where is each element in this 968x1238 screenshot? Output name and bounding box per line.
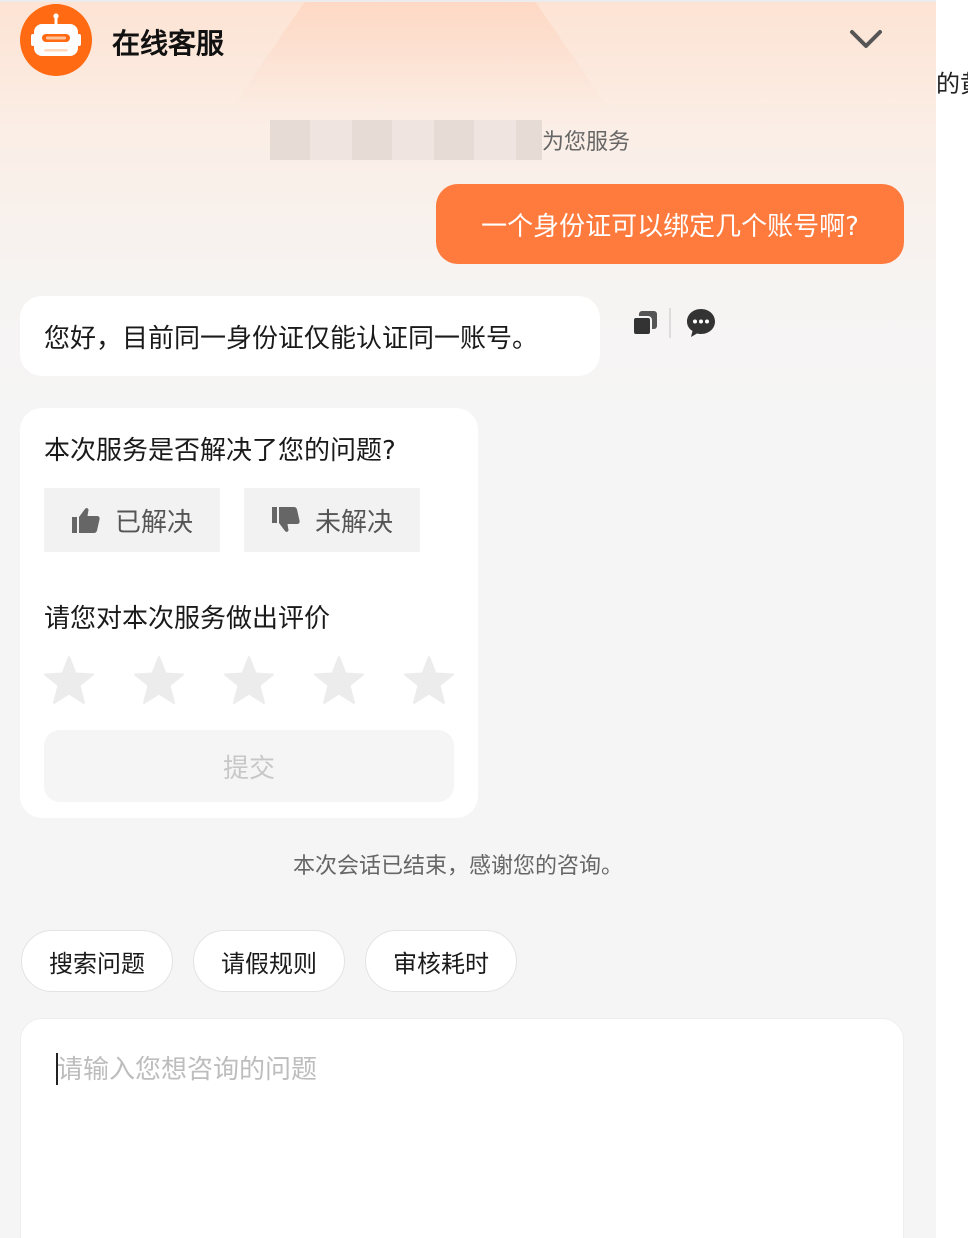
rating-star-icon[interactable]	[312, 654, 366, 708]
feedback-question: 本次服务是否解决了您的问题?	[44, 436, 396, 466]
bot-message-bubble: 您好，目前同一身份证仅能认证同一账号。	[20, 296, 600, 376]
tool-divider	[669, 308, 671, 338]
submit-button[interactable]: 提交	[44, 730, 454, 802]
background-page	[936, 0, 968, 1238]
resolved-label: 已解决	[114, 507, 193, 538]
agent-name-redacted	[270, 120, 542, 160]
resolved-button[interactable]: 已解决	[44, 488, 220, 552]
thumbs-up-icon	[71, 508, 100, 533]
bot-message-text: 您好，目前同一身份证仅能认证同一账号。	[44, 323, 539, 354]
service-notice-text: 为您服务	[542, 130, 631, 155]
quick-chip-label: 请假规则	[221, 949, 317, 978]
rating-star-icon[interactable]	[132, 654, 186, 708]
rating-star-icon[interactable]	[222, 654, 276, 708]
submit-label: 提交	[222, 753, 275, 784]
background-page-text: 的黄	[936, 70, 968, 98]
quick-chip-label: 搜索问题	[49, 949, 145, 978]
message-input[interactable]	[55, 1049, 859, 1091]
quick-chip-label: 审核耗时	[393, 949, 489, 978]
star-rating	[42, 654, 462, 710]
session-ended-notice: 本次会话已结束，感谢您的咨询。	[292, 854, 623, 879]
rating-star-icon[interactable]	[402, 654, 456, 708]
thumbs-down-icon	[271, 507, 300, 532]
comment-icon[interactable]	[684, 306, 718, 340]
quick-chip-search[interactable]: 搜索问题	[21, 930, 173, 992]
top-divider	[0, 0, 936, 2]
user-message-text: 一个身份证可以绑定几个账号啊?	[481, 211, 859, 242]
robot-icon	[20, 4, 92, 76]
header-title: 在线客服	[112, 27, 225, 60]
service-notice: 为您服务	[270, 118, 630, 162]
quick-chip-review-time[interactable]: 审核耗时	[365, 930, 517, 992]
chevron-down-icon[interactable]	[846, 22, 886, 58]
feedback-card: 本次服务是否解决了您的问题? 已解决 未解决 请您对本次服务做出评价 提交	[20, 408, 478, 818]
rating-star-icon[interactable]	[42, 654, 96, 708]
message-input-box[interactable]	[20, 1018, 904, 1238]
chat-panel: 在线客服 为您服务 一个身份证可以绑定几个账号啊? 您好，目前同一身份证仅能认证…	[0, 0, 936, 1238]
user-message-bubble: 一个身份证可以绑定几个账号啊?	[436, 184, 904, 264]
unresolved-label: 未解决	[314, 507, 393, 538]
header-decoration	[230, 0, 610, 110]
copy-icon[interactable]	[630, 308, 660, 338]
quick-chip-leave-rules[interactable]: 请假规则	[193, 930, 345, 992]
unresolved-button[interactable]: 未解决	[244, 488, 420, 552]
rating-title: 请您对本次服务做出评价	[44, 604, 331, 634]
